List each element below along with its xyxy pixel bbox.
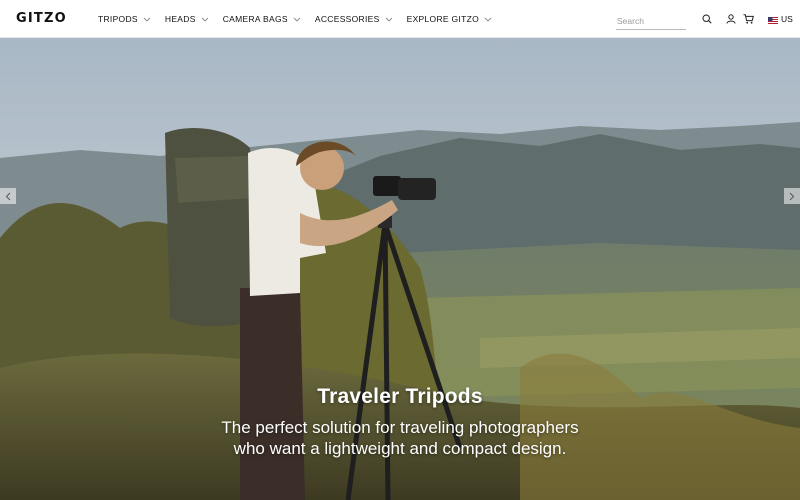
chevron-down-icon <box>143 17 151 22</box>
hero-subtitle-line-1: The perfect solution for traveling photo… <box>221 418 579 437</box>
nav-item-label: EXPLORE GITZO <box>406 14 479 24</box>
cart-icon[interactable] <box>743 14 754 24</box>
locale-selector[interactable]: US <box>768 14 793 24</box>
search-icon[interactable] <box>702 14 712 24</box>
nav-item-label: HEADS <box>164 14 196 24</box>
nav-item-tripods[interactable]: TRIPODS <box>98 0 151 38</box>
nav-item-accessories[interactable]: ACCESSORIES <box>315 0 393 38</box>
chevron-left-icon <box>5 192 11 201</box>
chevron-right-icon <box>789 192 795 201</box>
main-nav: TRIPODS HEADS CAMERA BAGS ACCESSORIES EX… <box>98 0 506 38</box>
search-input[interactable] <box>616 13 686 30</box>
locale-label: US <box>781 14 793 24</box>
hero-subtitle-line-2: who want a lightweight and compact desig… <box>233 439 567 458</box>
hero-banner: Traveler Tripods The perfect solution fo… <box>0 38 800 500</box>
us-flag-icon <box>768 16 778 24</box>
carousel-next-button[interactable] <box>784 188 800 204</box>
nav-item-label: TRIPODS <box>98 14 138 24</box>
chevron-down-icon <box>385 17 393 22</box>
chevron-down-icon <box>201 17 209 22</box>
nav-item-camera-bags[interactable]: CAMERA BAGS <box>223 0 301 38</box>
chevron-down-icon <box>293 17 301 22</box>
hero-title: Traveler Tripods <box>317 385 483 408</box>
user-icon[interactable] <box>726 14 736 24</box>
nav-item-heads[interactable]: HEADS <box>165 0 209 38</box>
carousel-prev-button[interactable] <box>0 188 16 204</box>
site-header: GITZO TRIPODS HEADS CAMERA BAGS ACCESSOR… <box>0 0 800 38</box>
chevron-down-icon <box>484 17 492 22</box>
nav-item-explore-gitzo[interactable]: EXPLORE GITZO <box>407 0 492 38</box>
nav-item-label: CAMERA BAGS <box>222 14 288 24</box>
nav-item-label: ACCESSORIES <box>314 14 380 24</box>
gitzo-logo[interactable]: GITZO <box>16 11 67 26</box>
